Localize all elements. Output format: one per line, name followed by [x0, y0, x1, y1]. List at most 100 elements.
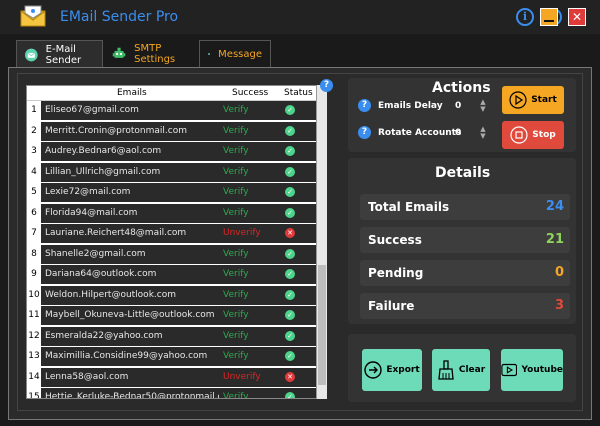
stat-failure: Failure 3	[360, 293, 570, 319]
emails-delay-spinner[interactable]: ▲ ▼	[478, 99, 488, 113]
message-icon	[208, 53, 211, 55]
email-cell[interactable]: Audrey.Bednar6@aol.com	[41, 142, 219, 161]
youtube-label: Youtube	[521, 365, 563, 375]
check-icon: ✓	[285, 105, 295, 115]
emails-table[interactable]: Emails Success Status 1 Eliseo67@gmail.co…	[26, 85, 326, 399]
status-cell: ✓	[281, 203, 317, 223]
email-cell[interactable]: Weldon.Hilpert@outlook.com	[41, 285, 219, 305]
table-row[interactable]: 2 Merritt.Cronin@protonmail.com Verify ✓	[27, 121, 317, 141]
email-cell[interactable]: Lexie72@mail.com	[41, 183, 219, 202]
table-row[interactable]: 15 Hettie_Kerluke-Bednar50@protonmail.com…	[27, 388, 317, 398]
emails-delay-input[interactable]: 0	[455, 101, 461, 111]
table-row[interactable]: 4 Lillian_Ullrich@gmail.com Verify ✓	[27, 162, 317, 182]
youtube-button[interactable]: Youtube	[501, 349, 563, 391]
tab-smtp-settings[interactable]: SMTP Settings	[104, 40, 198, 68]
rotate-accounts-input[interactable]: 0	[455, 128, 461, 138]
status-cell: ✓	[281, 265, 317, 284]
email-cell[interactable]: Lillian_Ullrich@gmail.com	[41, 162, 219, 182]
email-cell[interactable]: Eliseo67@gmail.com	[41, 101, 219, 120]
tab-label: E-Mail Sender	[45, 43, 82, 66]
row-number: 5	[27, 183, 41, 202]
export-button[interactable]: Export	[362, 349, 422, 391]
emails-delay-label: Emails Delay	[378, 101, 443, 111]
header-success[interactable]: Success	[232, 88, 268, 98]
clear-button[interactable]: Clear	[432, 349, 490, 391]
play-icon	[509, 91, 527, 109]
email-cell[interactable]: Shanelle2@gmail.com	[41, 244, 219, 264]
row-number: 6	[27, 203, 41, 223]
youtube-icon	[501, 363, 518, 377]
success-cell: Verify	[219, 142, 281, 161]
row-number: 10	[27, 285, 41, 305]
table-row[interactable]: 9 Dariana64@outlook.com Verify ✓	[27, 265, 317, 284]
table-row[interactable]: 11 Maybell_Okuneva-Little@outlook.com Veri…	[27, 306, 317, 325]
status-cell: ✓	[281, 306, 317, 325]
info-icon[interactable]: i	[516, 8, 534, 26]
row-number: 11	[27, 306, 41, 325]
row-number: 14	[27, 367, 41, 387]
table-scrollbar[interactable]	[316, 85, 327, 399]
table-row[interactable]: 3 Audrey.Bednar6@aol.com Verify ✓	[27, 142, 317, 161]
email-cell[interactable]: Florida94@mail.com	[41, 203, 219, 223]
email-cell[interactable]: Lenna58@aol.com	[41, 367, 219, 387]
success-cell: Verify	[219, 265, 281, 284]
tab-message[interactable]: Message	[199, 40, 271, 68]
table-row[interactable]: 5 Lexie72@mail.com Verify ✓	[27, 183, 317, 202]
window-controls: i ✕	[516, 8, 596, 28]
table-row[interactable]: 10 Weldon.Hilpert@outlook.com Verify ✓	[27, 285, 317, 305]
header-status[interactable]: Status	[284, 88, 313, 98]
check-icon: ✓	[285, 207, 295, 218]
table-row[interactable]: 1 Eliseo67@gmail.com Verify ✓	[27, 101, 317, 120]
table-row[interactable]: 14 Lenna58@aol.com Unverify ✕	[27, 367, 317, 387]
email-cell[interactable]: Hettie_Kerluke-Bednar50@protonmail.com	[41, 388, 219, 398]
app-title: EMail Sender Pro	[60, 9, 179, 25]
start-button[interactable]: Start	[502, 86, 564, 114]
email-cell[interactable]: Maybell_Okuneva-Little@outlook.com	[41, 306, 219, 325]
status-cell: ✓	[281, 326, 317, 346]
table-row[interactable]: 12 Esmeralda22@yahoo.com Verify ✓	[27, 326, 317, 346]
stat-value: 0	[554, 265, 564, 280]
success-cell: Verify	[219, 306, 281, 325]
check-icon: ✓	[285, 248, 295, 259]
actions-title: Actions	[432, 80, 491, 96]
scrollbar-thumb[interactable]	[318, 265, 326, 385]
check-icon: ✓	[285, 187, 295, 197]
row-number: 13	[27, 347, 41, 366]
success-cell: Verify	[219, 244, 281, 264]
status-cell: ✓	[281, 388, 317, 398]
email-cell[interactable]: Dariana64@outlook.com	[41, 265, 219, 284]
help-icon[interactable]: ?	[320, 79, 333, 92]
status-cell: ✕	[281, 224, 317, 243]
email-cell[interactable]: Esmeralda22@yahoo.com	[41, 326, 219, 346]
minimize-button[interactable]	[540, 8, 558, 26]
cross-icon: ✕	[285, 371, 295, 382]
stat-label: Failure	[368, 299, 415, 313]
status-cell: ✓	[281, 244, 317, 264]
success-cell: Verify	[219, 326, 281, 346]
check-icon: ✓	[285, 289, 295, 300]
email-cell[interactable]: Maximillia.Considine99@yahoo.com	[41, 347, 219, 366]
minimize-icon	[544, 20, 554, 22]
table-header: Emails Success Status	[27, 86, 325, 101]
help-icon[interactable]: ?	[358, 126, 371, 139]
table-row[interactable]: 8 Shanelle2@gmail.com Verify ✓	[27, 244, 317, 264]
email-cell[interactable]: Merritt.Cronin@protonmail.com	[41, 121, 219, 141]
rotate-accounts-spinner[interactable]: ▲ ▼	[478, 126, 488, 140]
tab-label: Message	[218, 48, 262, 60]
email-cell[interactable]: Lauriane.Reichert48@mail.com	[41, 224, 219, 243]
table-row[interactable]: 6 Florida94@mail.com Verify ✓	[27, 203, 317, 223]
table-row[interactable]: 13 Maximillia.Considine99@yahoo.com Verify…	[27, 347, 317, 366]
help-icon[interactable]: ?	[358, 99, 371, 112]
row-number: 12	[27, 326, 41, 346]
close-button[interactable]: ✕	[568, 8, 586, 26]
status-cell: ✓	[281, 285, 317, 305]
stat-total-emails: Total Emails 24	[360, 194, 570, 220]
tab-email-sender[interactable]: E-Mail Sender	[16, 40, 103, 68]
stat-label: Pending	[368, 266, 424, 280]
stat-value: 21	[545, 232, 564, 247]
export-label: Export	[386, 365, 420, 375]
header-emails[interactable]: Emails	[117, 88, 147, 98]
table-row[interactable]: 7 Lauriane.Reichert48@mail.com Unverify ✕	[27, 224, 317, 243]
success-cell: Verify	[219, 101, 281, 120]
stop-button[interactable]: Stop	[502, 121, 564, 149]
